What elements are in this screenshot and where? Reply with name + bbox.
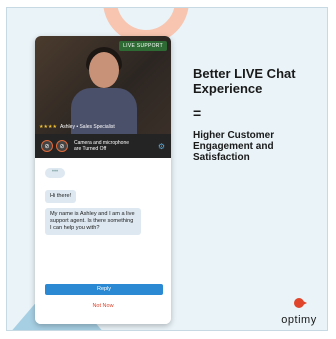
typing-indicator: ••• [45,168,65,178]
microphone-off-icon: ⊘ [59,143,65,150]
ad-banner: LIVE SUPPORT ★★★★ Ashley • Sales Special… [6,7,328,331]
headline-title: Better LIVE Chat Experience [193,66,296,96]
settings-gear-icon[interactable]: ⚙ [158,142,165,151]
brand-name: optimy [281,314,317,326]
agent-face [89,52,119,88]
chat-message: Hi there! [45,190,77,203]
camera-off-icon: ⊘ [44,143,50,150]
agent-name-bar: ★★★★ Ashley • Sales Specialist [39,123,167,131]
chat-panel: ••• Hi there! My name is Ashley and I am… [35,158,171,324]
phone-mockup: LIVE SUPPORT ★★★★ Ashley • Sales Special… [35,36,171,324]
call-controls: ⊘ ⊘ Camera and microphone are Turned Off… [35,134,171,158]
headline-subtitle: Higher Customer Engagement and Satisfact… [193,130,275,163]
agent-label: Ashley • Sales Specialist [59,124,115,130]
camera-toggle-button[interactable]: ⊘ [41,140,53,152]
optimy-logo-icon [294,298,307,308]
microphone-toggle-button[interactable]: ⊘ [56,140,68,152]
video-feed: LIVE SUPPORT ★★★★ Ashley • Sales Special… [35,36,171,134]
reply-button[interactable]: Reply [45,284,163,295]
equals-sign: = [193,105,202,121]
brand-logo: optimy [269,298,327,328]
live-support-badge: LIVE SUPPORT [119,41,167,51]
camera-mic-status: Camera and microphone are Turned Off [74,140,130,152]
rating-stars: ★★★★ [39,124,57,130]
chat-message: My name is Ashley and I am a live suppor… [45,208,141,235]
not-now-link[interactable]: Not Now [35,303,171,309]
